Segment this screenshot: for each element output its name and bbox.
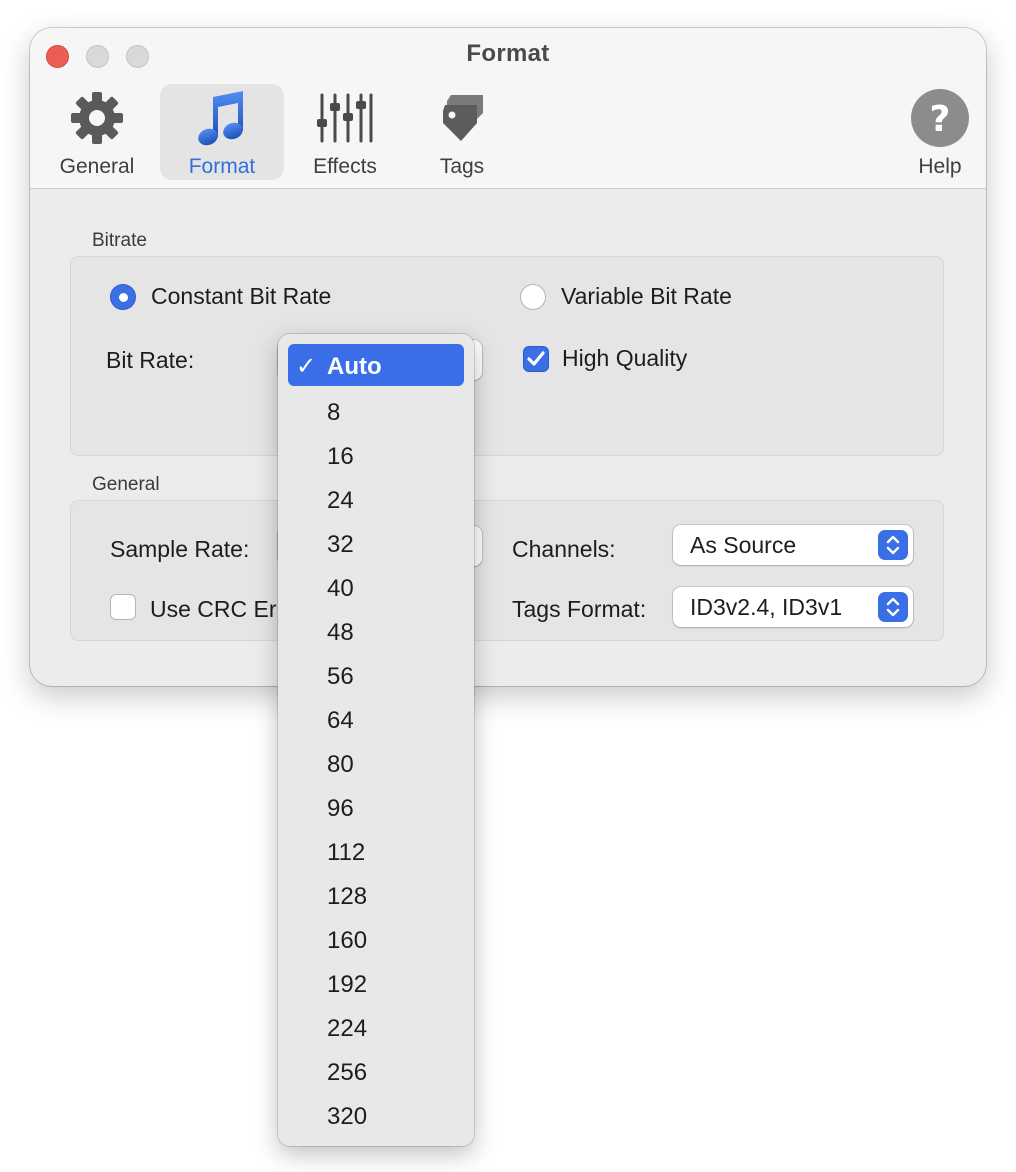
bit-rate-label: Bit Rate:: [106, 347, 195, 373]
toolbar: Format General Format Effects Tags ? Hel…: [30, 28, 986, 189]
tab-effects-label: Effects: [313, 155, 377, 178]
menu-item[interactable]: 160: [288, 918, 464, 960]
tab-format-label: Format: [188, 155, 256, 178]
question-mark-icon: ?: [880, 88, 986, 148]
gear-icon: [35, 88, 159, 148]
tab-effects[interactable]: Effects: [283, 84, 407, 180]
help-button[interactable]: ? Help: [880, 84, 986, 180]
help-label: Help: [918, 155, 962, 178]
menu-item[interactable]: 56: [288, 654, 464, 696]
menu-item[interactable]: 192: [288, 962, 464, 1004]
tags-format-label: Tags Format:: [512, 596, 647, 622]
menu-item[interactable]: 8: [288, 390, 464, 432]
tab-tags[interactable]: Tags: [400, 84, 524, 180]
tag-icon: [400, 88, 524, 148]
menu-item[interactable]: 128: [288, 874, 464, 916]
crc-checkbox[interactable]: [110, 594, 136, 620]
menu-item[interactable]: 320: [288, 1094, 464, 1136]
channels-popup[interactable]: As Source: [673, 525, 913, 565]
menu-item[interactable]: 112: [288, 830, 464, 872]
bit-rate-menu: ✓ Auto 8 16 24 32 40 48 56 64 80 96 112 …: [278, 334, 474, 1146]
tab-tags-label: Tags: [439, 155, 485, 178]
menu-item[interactable]: 32: [288, 522, 464, 564]
high-quality-label: High Quality: [562, 345, 688, 371]
menu-item[interactable]: 24: [288, 478, 464, 520]
menu-item[interactable]: 16: [288, 434, 464, 476]
format-window: Format General Format Effects Tags ? Hel…: [30, 28, 986, 686]
variable-bit-rate-label: Variable Bit Rate: [561, 283, 732, 309]
tab-general-label: General: [59, 155, 135, 178]
checkmark-icon: ✓: [296, 352, 317, 380]
tags-format-value: ID3v2.4, ID3v1: [690, 594, 843, 620]
bitrate-group-label: Bitrate: [92, 230, 147, 251]
variable-bit-rate-radio[interactable]: [520, 284, 546, 310]
menu-item[interactable]: 40: [288, 566, 464, 608]
svg-text:?: ?: [930, 99, 951, 140]
music-note-icon: [160, 88, 284, 148]
window-title: Format: [466, 40, 550, 67]
menu-item[interactable]: 64: [288, 698, 464, 740]
tags-format-popup[interactable]: ID3v2.4, ID3v1: [673, 587, 913, 627]
chevron-up-down-icon: [878, 592, 908, 622]
menu-item[interactable]: 224: [288, 1006, 464, 1048]
chevron-up-down-icon: [878, 530, 908, 560]
menu-item[interactable]: 80: [288, 742, 464, 784]
constant-bit-rate-radio[interactable]: [110, 284, 136, 310]
sample-rate-label: Sample Rate:: [110, 536, 250, 562]
sliders-icon: [283, 88, 407, 148]
menu-item-auto[interactable]: ✓ Auto: [288, 344, 464, 386]
tab-general[interactable]: General: [35, 84, 159, 180]
crc-label: Use CRC Er: [150, 596, 277, 622]
menu-item[interactable]: 48: [288, 610, 464, 652]
general-group-label: General: [92, 474, 160, 495]
checkmark-icon: [527, 351, 545, 366]
menu-item[interactable]: 256: [288, 1050, 464, 1092]
menu-item[interactable]: 96: [288, 786, 464, 828]
constant-bit-rate-label: Constant Bit Rate: [151, 283, 332, 309]
channels-label: Channels:: [512, 536, 616, 562]
tab-format[interactable]: Format: [160, 84, 284, 180]
high-quality-checkbox[interactable]: [523, 346, 549, 372]
channels-value: As Source: [690, 532, 797, 558]
